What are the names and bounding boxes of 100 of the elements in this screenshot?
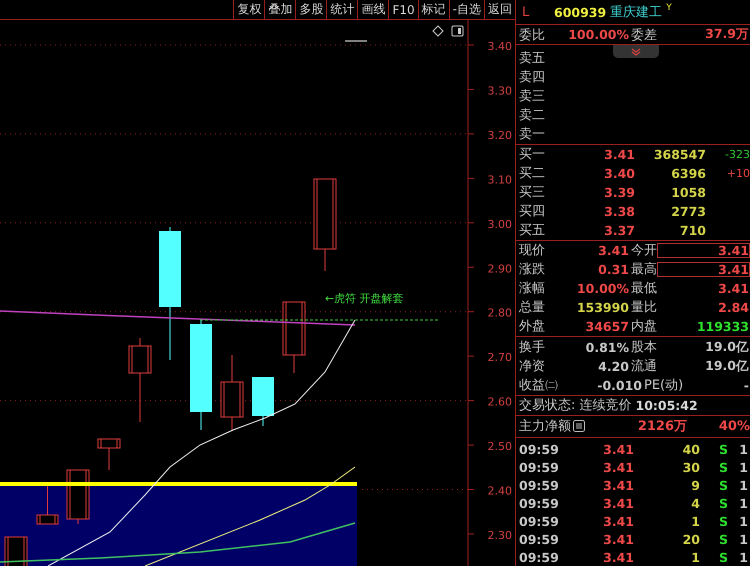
candlestick bbox=[4, 536, 28, 566]
price-axis-label: 3.10 bbox=[488, 173, 512, 186]
main-flow-amount: 2126万 bbox=[636, 418, 687, 436]
bid-price: 3.40 bbox=[603, 166, 635, 181]
field-value: 3.41 bbox=[717, 280, 750, 296]
candlestick bbox=[282, 302, 306, 374]
field-label: 最低 bbox=[631, 280, 657, 298]
trade-price: 3.41 bbox=[602, 514, 634, 529]
trade-volume: 1 bbox=[690, 550, 700, 565]
field-value: 3.41 bbox=[657, 242, 750, 258]
order-level-label: 卖四 bbox=[519, 68, 545, 86]
field-label: 涨幅 bbox=[519, 280, 545, 298]
field-label: PE(动) bbox=[644, 377, 684, 394]
price-axis-label: 2.60 bbox=[488, 396, 512, 409]
field-label: 最高 bbox=[631, 261, 657, 278]
toolbar-button[interactable]: 复权 bbox=[233, 0, 264, 19]
field-label: 股本 bbox=[631, 339, 657, 356]
field-label: 涨跌 bbox=[519, 261, 545, 278]
field-label: 流通 bbox=[631, 358, 657, 376]
toolbar-button[interactable]: 统计 bbox=[326, 0, 358, 19]
trade-time: 09:59 bbox=[519, 550, 560, 565]
trade-price: 3.41 bbox=[602, 550, 634, 565]
trade-volume: 9 bbox=[690, 478, 700, 493]
bid-volume: 1058 bbox=[670, 184, 706, 200]
collapse-button[interactable] bbox=[613, 45, 659, 58]
field-value: - bbox=[742, 378, 750, 393]
trade-side: S bbox=[718, 550, 728, 565]
trading-status: 交易状态: 连续竞价 bbox=[519, 397, 632, 414]
field-value: 34657 bbox=[584, 318, 630, 334]
list-icon[interactable] bbox=[573, 420, 585, 432]
field-label: 总量 bbox=[519, 299, 545, 316]
trade-count: 1 bbox=[738, 550, 749, 565]
trade-volume: 1 bbox=[690, 514, 700, 529]
bid-price: 3.39 bbox=[603, 184, 635, 200]
field-label: 委差 bbox=[631, 26, 657, 44]
order-level-label: 卖一 bbox=[519, 126, 545, 143]
diamond-icon[interactable] bbox=[432, 25, 444, 37]
trade-side: S bbox=[718, 478, 728, 493]
market-label: L bbox=[522, 4, 530, 20]
field-value: 100.00% bbox=[567, 27, 630, 42]
chevron-down-icon bbox=[631, 48, 641, 56]
field-value: 153990 bbox=[576, 300, 630, 315]
trade-count: 1 bbox=[738, 460, 749, 475]
trade-time: 09:59 bbox=[519, 442, 560, 457]
field-label: 收益㈡ bbox=[519, 377, 558, 394]
trade-time: 09:59 bbox=[519, 478, 560, 493]
bid-price: 3.38 bbox=[603, 204, 635, 219]
field-value: -0.010 bbox=[596, 378, 643, 393]
candlestick bbox=[252, 376, 274, 426]
order-level-label: 卖二 bbox=[519, 106, 545, 124]
price-axis-label: 2.30 bbox=[488, 528, 512, 542]
field-label: 换手 bbox=[519, 339, 545, 356]
stock-name: 重庆建工 bbox=[610, 4, 662, 22]
trade-volume: 40 bbox=[682, 442, 700, 457]
trade-price: 3.41 bbox=[602, 460, 634, 475]
trade-count: 1 bbox=[738, 478, 749, 493]
trade-side: S bbox=[718, 496, 728, 511]
status-time: 10:05:42 bbox=[636, 398, 698, 413]
field-value: 2.84 bbox=[717, 300, 750, 315]
trade-count: 1 bbox=[738, 442, 749, 457]
field-value: 0.31 bbox=[597, 262, 630, 277]
order-level-label: 买二 bbox=[519, 165, 545, 182]
trade-time: 09:59 bbox=[519, 532, 560, 547]
price-axis-label: 2.40 bbox=[488, 484, 512, 498]
field-label: 量比 bbox=[631, 299, 657, 316]
order-level-label: 买一 bbox=[519, 146, 545, 164]
bid-volume: 710 bbox=[678, 222, 706, 238]
trade-price: 3.41 bbox=[602, 532, 634, 547]
price-axis-label: 2.90 bbox=[488, 262, 512, 276]
trade-volume: 4 bbox=[690, 496, 700, 511]
field-value: 119333 bbox=[696, 318, 750, 334]
order-level-label: 买五 bbox=[519, 222, 545, 240]
order-level-label: 卖五 bbox=[519, 50, 545, 67]
field-label: 现价 bbox=[519, 242, 545, 260]
bid-price: 3.41 bbox=[603, 146, 635, 162]
main-flow-percent: 40% bbox=[718, 418, 750, 434]
dash-mark bbox=[344, 40, 368, 42]
trade-side: S bbox=[718, 514, 728, 529]
trade-price: 3.41 bbox=[602, 478, 634, 493]
price-axis-label: 2.80 bbox=[488, 306, 512, 320]
field-value: 19.0亿 bbox=[704, 358, 750, 375]
order-level-label: 买四 bbox=[519, 203, 545, 220]
field-label: 委比 bbox=[519, 26, 545, 44]
field-label: 今开 bbox=[631, 242, 657, 260]
trade-count: 1 bbox=[738, 514, 749, 529]
trade-time: 09:59 bbox=[519, 460, 560, 475]
toolbar-button[interactable]: -自选 bbox=[448, 0, 484, 19]
field-value: 0.81% bbox=[584, 340, 630, 355]
panel-toggle-icon[interactable] bbox=[452, 26, 464, 36]
trade-count: 1 bbox=[738, 532, 749, 547]
trade-side: S bbox=[718, 532, 728, 547]
main-flow-label: 主力净额 bbox=[519, 418, 571, 436]
field-label: 外盘 bbox=[519, 318, 545, 336]
volume-change: -323 bbox=[724, 148, 750, 161]
candlestick bbox=[66, 470, 90, 524]
price-axis-label: 3.20 bbox=[488, 128, 512, 142]
price-axis-label: 3.30 bbox=[488, 84, 512, 98]
trade-volume: 30 bbox=[682, 460, 700, 475]
field-label: 内盘 bbox=[631, 318, 657, 336]
order-level-label: 卖三 bbox=[519, 88, 545, 105]
